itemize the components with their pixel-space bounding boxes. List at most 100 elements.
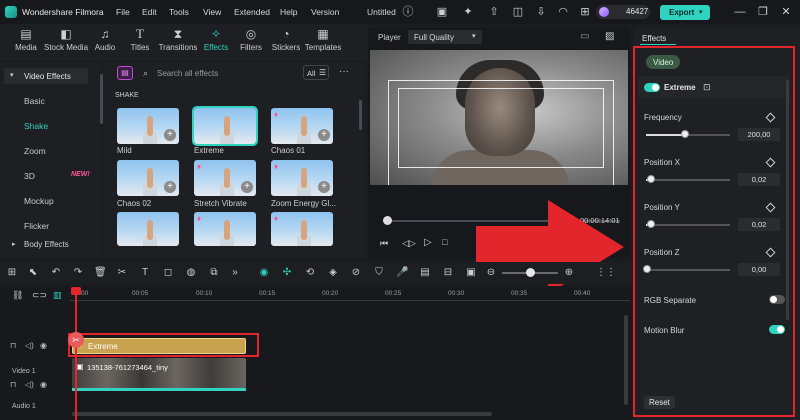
category-flicker[interactable]: Flicker: [24, 221, 49, 231]
auto-sync-icon[interactable]: ⟲: [304, 267, 316, 279]
prev-frame-icon[interactable]: ⏮: [380, 238, 388, 249]
play-icon[interactable]: ▷: [424, 237, 432, 248]
video-preview[interactable]: [370, 50, 628, 185]
split-icon[interactable]: ✂: [116, 267, 128, 279]
effect-thumb-zoom-energy[interactable]: ♦ +: [271, 160, 333, 196]
timeline-scrollbar[interactable]: [72, 412, 492, 416]
menu-version[interactable]: Version: [311, 7, 339, 17]
add-icon[interactable]: +: [241, 181, 253, 193]
add-icon[interactable]: +: [164, 129, 176, 141]
add-icon[interactable]: +: [318, 129, 330, 141]
playhead-line[interactable]: [75, 290, 77, 420]
lock-icon[interactable]: ⊓: [10, 341, 16, 350]
tab-stickers[interactable]: ◔ Stickers: [270, 27, 302, 57]
speaker-icon[interactable]: ◁): [25, 341, 34, 350]
redo-icon[interactable]: ↷: [72, 267, 84, 279]
tab-stock-media[interactable]: ◧ Stock Media: [44, 27, 88, 57]
menu-tools[interactable]: Tools: [169, 7, 189, 17]
mask-icon[interactable]: ◈: [327, 267, 339, 279]
link-icon[interactable]: ⊂⊃: [32, 290, 47, 301]
more-tools-icon[interactable]: »: [229, 267, 241, 279]
playhead-handle[interactable]: [71, 287, 81, 295]
category-mockup[interactable]: Mockup: [24, 196, 54, 206]
text-tool-icon[interactable]: T: [139, 267, 151, 279]
snapshot-icon[interactable]: ▨: [605, 31, 614, 42]
grid-icon[interactable]: ⊞: [579, 6, 591, 18]
zoom-out-icon[interactable]: ⊖: [485, 267, 497, 279]
menu-help[interactable]: Help: [280, 7, 297, 17]
eye-icon[interactable]: ◉: [40, 341, 47, 350]
speaker-icon[interactable]: ◁): [25, 380, 34, 389]
effect-thumb-chaos-02[interactable]: +: [117, 160, 179, 196]
effects-scrollbar[interactable]: [359, 100, 362, 130]
lock-icon[interactable]: ⊓: [10, 380, 16, 389]
menu-view[interactable]: View: [203, 7, 221, 17]
timeline-vscrollbar[interactable]: [624, 315, 628, 405]
select-tool-icon[interactable]: ⬉: [27, 267, 39, 279]
play-back-icon[interactable]: ◁▷: [402, 238, 416, 249]
upload-icon[interactable]: ⇧: [488, 6, 500, 18]
effects-pack-icon[interactable]: ▤: [117, 66, 133, 80]
layout-grid-icon[interactable]: ⊞: [6, 267, 18, 279]
zoom-in-icon[interactable]: ⊕: [563, 267, 575, 279]
video-clip[interactable]: ▣ 135138-761273464_tiny: [72, 358, 246, 388]
tab-effects[interactable]: ✧ Effects: [202, 27, 230, 57]
transform-icon[interactable]: ⧉: [208, 267, 220, 279]
tab-templates[interactable]: ▦ Templates: [304, 27, 342, 57]
microphone-icon[interactable]: 🎤: [396, 267, 408, 279]
effect-thumb-row3-1[interactable]: [117, 212, 179, 246]
search-input[interactable]: Search all effects: [157, 69, 218, 78]
snap-icon[interactable]: ✣: [281, 267, 293, 279]
delete-icon[interactable]: 🗑: [94, 267, 107, 279]
add-icon[interactable]: +: [164, 181, 176, 193]
effect-thumb-stretch-vibrate[interactable]: ♦ +: [194, 160, 256, 196]
effect-thumb-row3-3[interactable]: ♦: [271, 212, 333, 246]
info-icon[interactable]: ⓘ: [402, 6, 414, 18]
category-body-effects[interactable]: Body Effects: [24, 240, 69, 249]
tab-titles[interactable]: T Titles: [128, 27, 152, 57]
effect-thumb-extreme[interactable]: [192, 106, 258, 146]
timeline-layout-icon[interactable]: ⋮⋮: [596, 267, 616, 279]
category-3d[interactable]: 3D: [24, 171, 35, 181]
undo-icon[interactable]: ↶: [50, 267, 62, 279]
tab-transitions[interactable]: ⧗ Transitions: [158, 27, 198, 57]
minimize-icon[interactable]: —: [734, 6, 746, 18]
download-icon[interactable]: ⇩: [535, 6, 547, 18]
grid-view-icon[interactable]: ▭: [580, 31, 589, 42]
effect-thumb-chaos-01[interactable]: ♦ +: [271, 108, 333, 144]
menu-file[interactable]: File: [116, 7, 130, 17]
add-icon[interactable]: +: [318, 181, 330, 193]
shield-icon[interactable]: ⛉: [373, 267, 385, 279]
gift-icon[interactable]: ▣: [436, 6, 448, 18]
audio-sync-icon[interactable]: ⊘: [350, 267, 362, 279]
marker-icon[interactable]: ▥: [53, 290, 62, 301]
player-progress-knob[interactable]: [383, 216, 392, 225]
menu-edit[interactable]: Edit: [142, 7, 157, 17]
menu-extended[interactable]: Extended: [234, 7, 270, 17]
playhead-split-marker[interactable]: ✂: [68, 332, 84, 348]
effect-thumb-mild[interactable]: +: [117, 108, 179, 144]
category-basic[interactable]: Basic: [24, 96, 45, 106]
eye-icon[interactable]: ◉: [40, 380, 47, 389]
tab-media[interactable]: ▤ Media: [12, 27, 40, 57]
subtitle-icon[interactable]: ⊟: [442, 267, 454, 279]
lightbulb-icon[interactable]: ✦: [462, 6, 474, 18]
crop-icon[interactable]: ◻: [162, 267, 174, 279]
filter-dropdown[interactable]: All ☰: [303, 65, 329, 80]
tab-audio[interactable]: ♫ Audio: [92, 27, 118, 57]
color-icon[interactable]: ◍: [185, 267, 197, 279]
picture-in-picture-icon[interactable]: ▣: [465, 267, 477, 279]
bag-icon[interactable]: ◫: [512, 6, 524, 18]
close-icon[interactable]: ✕: [780, 6, 792, 18]
export-button[interactable]: Export ▾: [660, 5, 710, 20]
more-options-icon[interactable]: ···: [339, 66, 349, 77]
maximize-icon[interactable]: ❐: [757, 6, 769, 18]
headset-icon[interactable]: ◠: [557, 6, 569, 18]
add-track-icon[interactable]: ⛓: [12, 290, 23, 301]
voiceover-icon[interactable]: ▤: [419, 267, 431, 279]
category-zoom[interactable]: Zoom: [24, 146, 46, 156]
stop-icon[interactable]: □: [442, 237, 447, 247]
effect-thumb-row3-2[interactable]: ♦: [194, 212, 256, 246]
tab-filters[interactable]: ◎ Filters: [238, 27, 264, 57]
tab-effects-properties[interactable]: Effects: [642, 34, 666, 43]
